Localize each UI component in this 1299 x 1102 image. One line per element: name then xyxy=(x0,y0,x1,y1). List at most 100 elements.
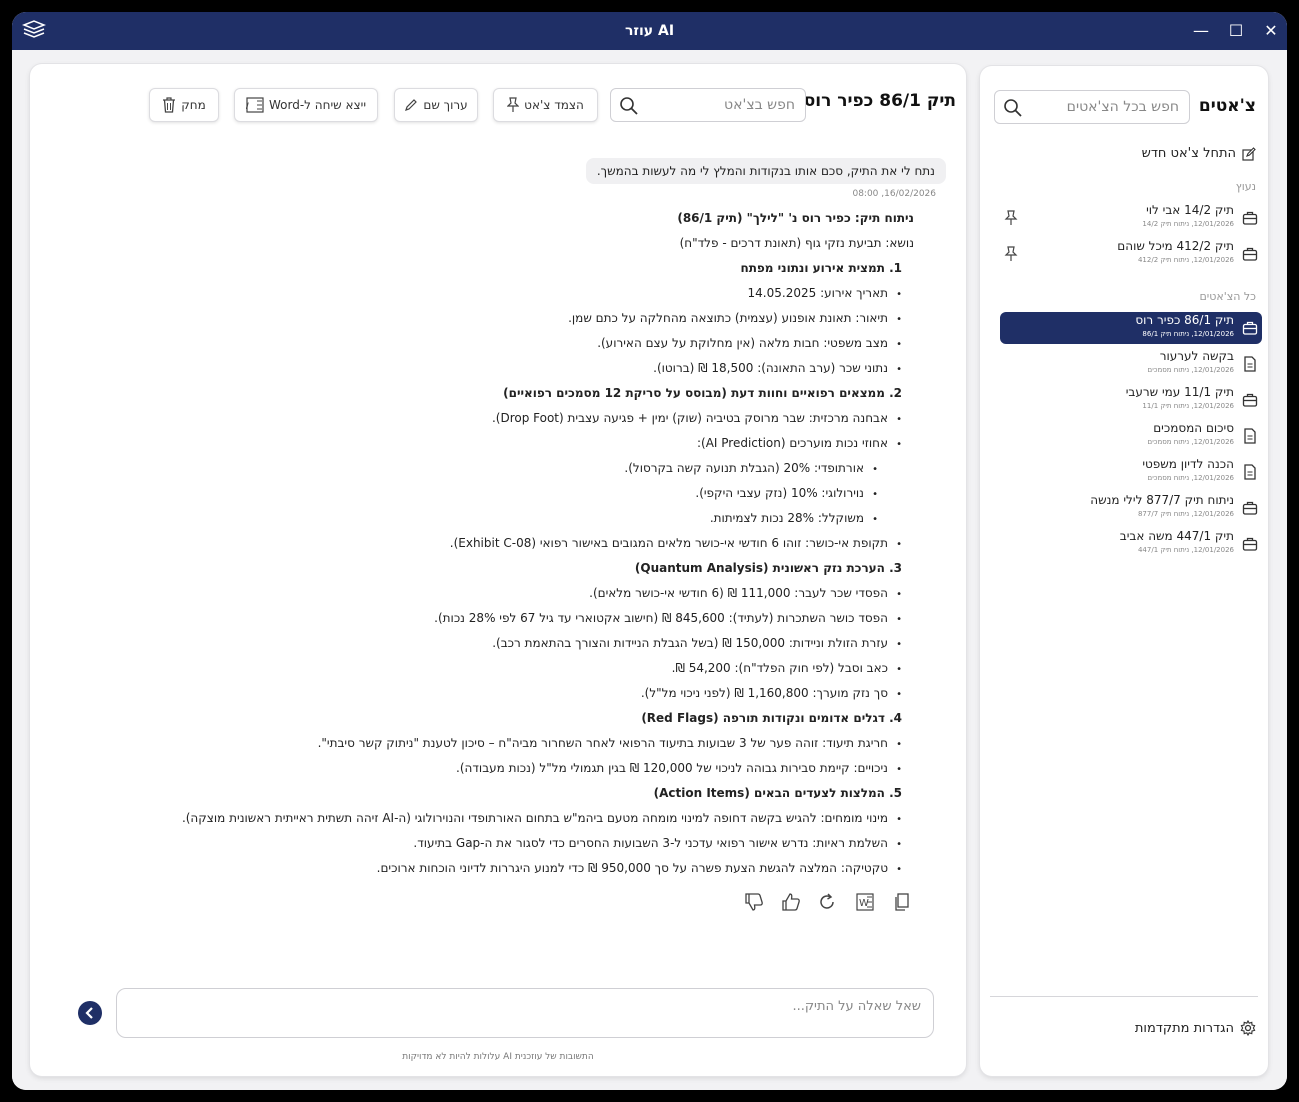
new-chat-button[interactable]: התחל צ'אט חדש xyxy=(1142,146,1256,161)
answer-line: נתוני שכר (ערב התאונה): 18,500 ₪ (ברוטו)… xyxy=(74,356,914,381)
app-window: עוזר AI — ☐ ✕ תיק 86/1 כפיר רוס חפש בצ'א… xyxy=(12,12,1287,1090)
all-chats-search-placeholder: חפש בכל הצ'אטים xyxy=(1066,99,1179,115)
copy-icon[interactable] xyxy=(892,892,912,912)
pin-chat-button[interactable]: הצמד צ'אט xyxy=(493,88,598,122)
word-icon: W xyxy=(246,97,264,113)
edit-square-icon xyxy=(1242,146,1256,161)
chat-item-name: סיכום המסמכים xyxy=(1153,421,1234,435)
chat-item-meta: 12/01/2026, ניתוח תיק 14/2 xyxy=(1142,220,1234,228)
chat-search-input[interactable]: חפש בצ'אט xyxy=(610,88,806,122)
answer-line: כאב וסבל (לפי חוק הפלד"ח): 54,200 ₪. xyxy=(74,656,914,681)
briefcase-icon xyxy=(1242,500,1258,516)
chat-list-item[interactable]: ניתוח תיק 877/7 לילי מנשה 12/01/2026, נית… xyxy=(1000,492,1262,524)
message-timestamp: 08:00 ,16/02/2026 xyxy=(852,189,936,199)
minimize-icon: — xyxy=(1193,21,1209,40)
briefcase-icon xyxy=(1242,392,1258,408)
maximize-icon: ☐ xyxy=(1228,21,1244,40)
delete-chat-button[interactable]: מחק xyxy=(149,88,219,122)
answer-heading: 4. דגלים אדומים ונקודות תורפה (Red Flags… xyxy=(641,711,902,725)
chat-item-meta: 12/01/2026, ניתוח תיק 412/2 xyxy=(1137,256,1234,264)
chat-item-name: תיק 412/2 מיכל שוהם xyxy=(1117,239,1234,253)
document-icon xyxy=(1242,428,1258,444)
answer-line: הפסדי שכר לעבר: 111,000 ₪ (6 חודשי אי-כו… xyxy=(74,581,914,606)
chat-list-item[interactable]: סיכום המסמכים 12/01/2026, ניתוח מסמכים xyxy=(1000,420,1262,452)
briefcase-icon xyxy=(1242,320,1258,336)
chat-list-item[interactable]: תיק 86/1 כפיר רוס 12/01/2026, ניתוח תיק 8… xyxy=(1000,312,1262,344)
chat-question-input[interactable]: שאל שאלה על התיק... xyxy=(116,988,934,1038)
answer-heading: 1. תמצית אירוע ונתוני מפתח xyxy=(740,261,902,275)
answer-heading: 5. המלצות לצעדים הבאים (Action Items) xyxy=(653,786,902,800)
answer-line: תיאור: תאונת אופנוע (עצמית) כתוצאה מהחלק… xyxy=(74,306,914,331)
chat-list-item[interactable]: בקשה לערעור 12/01/2026, ניתוח מסמכים xyxy=(1000,348,1262,380)
chat-list-item[interactable]: תיק 447/1 משה אביב 12/01/2026, ניתוח תיק … xyxy=(1000,528,1262,560)
answer-line: עזרת הזולת וניידות: 150,000 ₪ (בשל הגבלת… xyxy=(74,631,914,656)
chats-sidebar: צ'אטים חפש בכל הצ'אטים התחל צ'אט חדש נעו… xyxy=(980,66,1268,1076)
pinned-section-label: נעוץ xyxy=(1235,180,1256,193)
pin-icon xyxy=(507,97,520,112)
sidebar-title: צ'אטים xyxy=(1198,96,1256,116)
minimize-button[interactable]: — xyxy=(1184,12,1218,50)
chat-list-item[interactable]: הכנה לדיון משפטי 12/01/2026, ניתוח מסמכים xyxy=(1000,456,1262,488)
export-word-button[interactable]: ייצא שיחה ל-Word W xyxy=(234,88,378,122)
search-icon xyxy=(1004,99,1022,117)
chat-list-item[interactable]: תיק 14/2 אבי לוי 12/01/2026, ניתוח תיק 14… xyxy=(1000,202,1262,234)
chat-item-meta: 12/01/2026, ניתוח מסמכים xyxy=(1147,474,1234,482)
answer-line: חריגת תיעוד: זוהה פער של 3 שבועות בתיעוד… xyxy=(74,731,914,756)
export-word-icon[interactable]: W xyxy=(855,892,875,912)
answer-line: ניכויים: קיימת סבירות גבוהה לניכוי של 12… xyxy=(74,756,914,781)
chevron-left-icon xyxy=(85,1007,93,1019)
answer-line: הפסד כושר השתכרות (לעתיד): 845,600 ₪ (חי… xyxy=(74,606,914,631)
new-chat-label: התחל צ'אט חדש xyxy=(1141,146,1236,161)
answer-heading: 2. ממצאים רפואיים וחוות דעת (מבוסס על סר… xyxy=(503,386,902,400)
chat-item-meta: 12/01/2026, ניתוח מסמכים xyxy=(1147,366,1234,374)
rename-chat-label: ערוך שם xyxy=(423,98,468,112)
answer-line: אבחנה מרכזית: שבר מרוסק בטיביה (שוק) ימי… xyxy=(74,406,914,431)
chat-item-name: ניתוח תיק 877/7 לילי מנשה xyxy=(1090,493,1234,507)
briefcase-icon xyxy=(1242,210,1258,226)
chat-list-item[interactable]: תיק 11/1 עמי שרעבי 12/01/2026, ניתוח תיק … xyxy=(1000,384,1262,416)
trash-icon xyxy=(163,97,176,113)
sidebar-divider xyxy=(990,996,1258,997)
pin-icon[interactable] xyxy=(1004,246,1018,262)
regenerate-icon[interactable] xyxy=(817,892,837,912)
pin-chat-label: הצמד צ'אט xyxy=(524,98,584,112)
chat-input-placeholder: שאל שאלה על התיק... xyxy=(792,999,921,1014)
export-word-label: ייצא שיחה ל-Word xyxy=(269,98,366,112)
thumbs-down-icon[interactable] xyxy=(744,892,764,912)
chat-item-name: הכנה לדיון משפטי xyxy=(1142,457,1234,471)
pin-icon[interactable] xyxy=(1004,210,1018,226)
answer-heading: ניתוח תיק: כפיר רוס נ' "לילך" (תיק 86/1) xyxy=(677,211,914,225)
chat-item-name: בקשה לערעור xyxy=(1159,349,1234,363)
assistant-answer: ניתוח תיק: כפיר רוס נ' "לילך" (תיק 86/1)… xyxy=(74,206,914,881)
chat-item-meta: 12/01/2026, ניתוח תיק 86/1 xyxy=(1142,330,1234,338)
answer-line: משוקלל: 28% נכות לצמיתות. xyxy=(74,506,914,531)
main-content: תיק 86/1 כפיר רוס חפש בצ'אט הצמד צ'אט ער… xyxy=(12,50,1287,1090)
advanced-settings-label: הגדרות מתקדמות xyxy=(1134,1020,1234,1036)
send-button[interactable] xyxy=(78,1001,102,1025)
close-icon: ✕ xyxy=(1264,21,1278,40)
close-button[interactable]: ✕ xyxy=(1254,12,1287,50)
answer-line: טקטיקה: המלצה להגשת הצעת פשרה על סך 950,… xyxy=(74,856,914,881)
chat-list-item[interactable]: תיק 412/2 מיכל שוהם 12/01/2026, ניתוח תיק… xyxy=(1000,238,1262,270)
answer-line: מצב משפטי: חבות מלאה (אין מחלוקת על עצם … xyxy=(74,331,914,356)
document-icon xyxy=(1242,356,1258,372)
maximize-button[interactable]: ☐ xyxy=(1219,12,1253,50)
rename-chat-button[interactable]: ערוך שם xyxy=(394,88,478,122)
delete-chat-label: מחק xyxy=(181,98,206,112)
document-icon xyxy=(1242,464,1258,480)
answer-heading: 3. הערכת נזק ראשונית (Quantum Analysis) xyxy=(634,561,902,575)
thumbs-up-icon[interactable] xyxy=(781,892,801,912)
answer-line: אחוזי נכות מוערכים (AI Prediction): xyxy=(74,431,914,456)
all-chats-search-input[interactable]: חפש בכל הצ'אטים xyxy=(994,90,1190,124)
answer-line: נוירולוגי: 10% (נזק עצבי היקפי). xyxy=(74,481,914,506)
answer-line: השלמת ראיות: נדרש אישור רפואי עדכני ל-3 … xyxy=(74,831,914,856)
window-title: עוזר AI xyxy=(624,23,675,39)
pencil-icon xyxy=(405,99,418,111)
title-bar: עוזר AI — ☐ ✕ xyxy=(12,12,1287,50)
advanced-settings-button[interactable]: הגדרות מתקדמות xyxy=(1135,1020,1256,1036)
answer-line: נושא: תביעת נזקי גוף (תאונת דרכים - פלד"… xyxy=(679,236,914,250)
user-message-bubble: נתח לי את התיק, סכם אותו בנקודות והמלץ ל… xyxy=(585,158,946,184)
chat-item-meta: 12/01/2026, ניתוח תיק 447/1 xyxy=(1137,546,1234,554)
answer-line: סך נזק מוערך: 1,160,800 ₪ (לפני ניכוי מל… xyxy=(74,681,914,706)
chat-item-name: תיק 14/2 אבי לוי xyxy=(1146,203,1234,217)
